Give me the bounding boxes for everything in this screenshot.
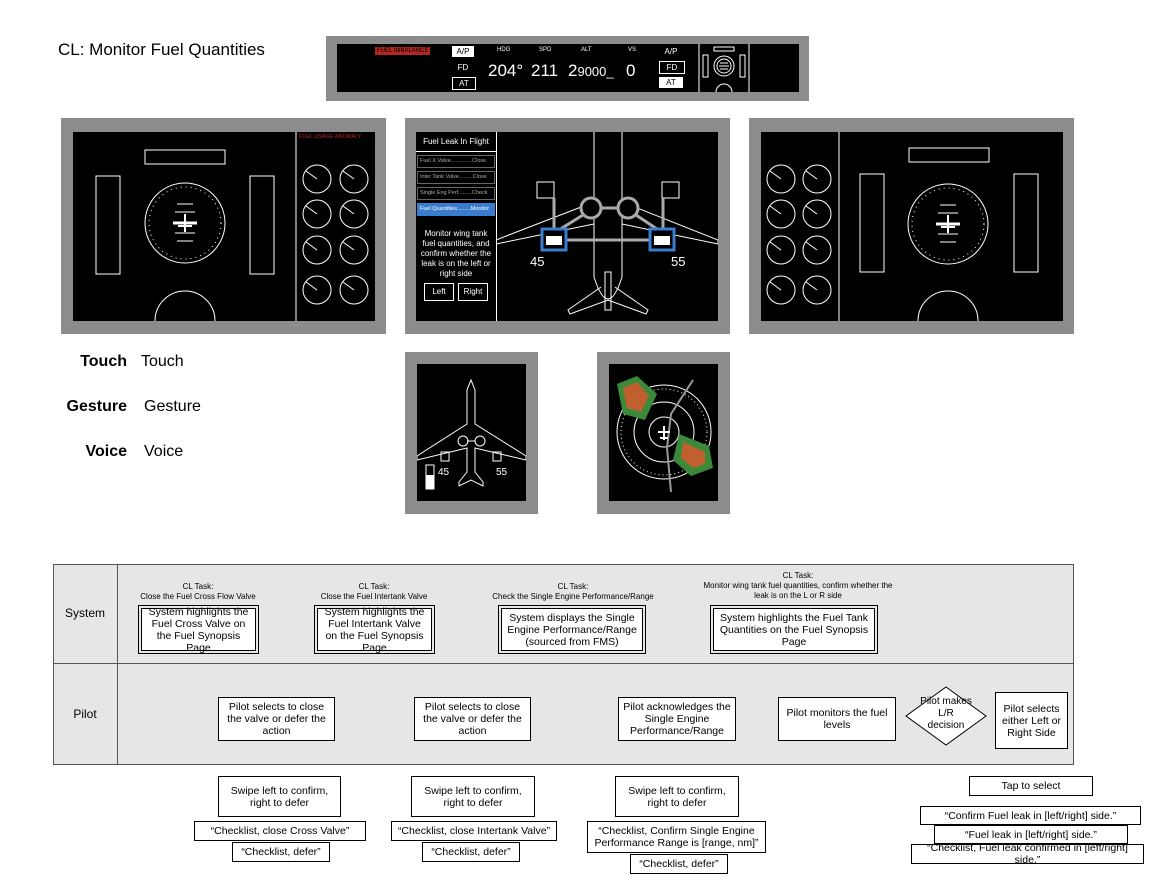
- row-label-pilot: Pilot: [73, 707, 97, 721]
- small-left-tank-quantity: 45: [438, 467, 450, 478]
- autopilot-panel: FUEL IMBALANCE A/P FD AT HDG SPD ALT VS …: [337, 44, 799, 92]
- legend-voice-value: Voice: [144, 443, 184, 460]
- left-button[interactable]: Left: [424, 283, 454, 301]
- legend-gesture-value: Gesture: [144, 398, 201, 415]
- legend-touch-value: Touch: [141, 353, 184, 370]
- task-header-2: CL Task: Close the Fuel Intertank Valve: [320, 582, 428, 601]
- gesture-box-2: Swipe left to confirm, right to defer: [411, 776, 535, 817]
- left-display: FUEL USAGE ANOMALY: [73, 132, 375, 321]
- ap-button[interactable]: A/P: [452, 46, 474, 57]
- gesture-box-3: Swipe left to confirm, right to defer: [615, 776, 739, 817]
- fuel-usage-anomaly-alert: FUEL USAGE ANOMALY: [299, 134, 362, 140]
- vs-value: 0: [626, 61, 636, 80]
- checklist-item-fuel-x-valve[interactable]: Fuel X Valve..............Close: [417, 155, 495, 168]
- legend-gesture-key: Gesture: [66, 398, 127, 415]
- fd-label[interactable]: FD: [452, 63, 474, 72]
- checklist-panel: Fuel Leak In Flight Fuel X Valve........…: [416, 132, 497, 321]
- system-box-3: System displays the Single Engine Perfor…: [498, 605, 646, 654]
- checklist-title: Fuel Leak In Flight: [416, 137, 496, 152]
- task-header-4: CL Task: Monitor wing tank fuel quantiti…: [703, 571, 893, 600]
- fuel-imbalance-alert: FUEL IMBALANCE: [375, 47, 431, 55]
- pilot-box-4: Pilot monitors the fuel levels: [778, 697, 896, 741]
- right-button[interactable]: Right: [458, 283, 488, 301]
- aircraft-synoptic-icon: [417, 378, 526, 490]
- voice-box-final-3: “Checklist, Fuel leak confirmed in [left…: [911, 842, 1144, 866]
- task-header-1: CL Task: Close the Fuel Cross Flow Valve: [140, 582, 256, 601]
- ap2-label: A/P: [664, 47, 678, 56]
- primary-flight-display: [95, 132, 369, 321]
- weather-map-display: [616, 376, 713, 493]
- row-label-system: System: [64, 606, 105, 620]
- voice-box-3a: “Checklist, Confirm Single Engine Perfor…: [587, 821, 766, 853]
- hdg-value: 204°: [488, 61, 524, 80]
- at2-button[interactable]: AT: [659, 77, 683, 88]
- spd-value: 211: [531, 61, 559, 80]
- right-display: [761, 132, 1063, 321]
- hdg-label: HDG: [497, 47, 511, 53]
- checklist-prompt: Monitor wing tank fuel quantities, and c…: [420, 229, 492, 278]
- pilot-box-3: Pilot acknowledges the Single Engine Per…: [618, 697, 736, 741]
- system-box-4: System highlights the Fuel Tank Quantiti…: [710, 605, 878, 654]
- fd2-button[interactable]: FD: [659, 61, 685, 74]
- spd-label: SPD: [539, 47, 552, 53]
- center-display: Fuel Leak In Flight Fuel X Valve........…: [416, 132, 718, 321]
- pilot-box-final: Pilot selects either Left or Right Side: [995, 692, 1068, 749]
- alt-label: ALT: [581, 47, 592, 53]
- primary-flight-display-fo: [766, 132, 1039, 321]
- vs-label: VS: [628, 47, 637, 53]
- pilot-box-2: Pilot selects to close the valve or defe…: [414, 697, 531, 741]
- small-display-right: [609, 364, 718, 501]
- touch-box-final: Tap to select: [969, 776, 1093, 796]
- small-right-tank-quantity: 55: [496, 467, 508, 478]
- small-display-left: 45 55: [417, 364, 526, 501]
- checklist-item-inter-tank-valve[interactable]: Inter Tank Valve.........Close: [417, 171, 495, 184]
- voice-box-final-1: “Confirm Fuel leak in [left/right] side.…: [920, 806, 1141, 825]
- alt-value: 29000_: [568, 61, 614, 80]
- system-box-1: System highlights the Fuel Cross Valve o…: [138, 605, 259, 654]
- voice-box-1a: “Checklist, close Cross Valve”: [194, 821, 366, 841]
- left-tank-quantity: 45: [530, 254, 545, 269]
- voice-box-2b: “Checklist, defer”: [422, 842, 520, 862]
- legend-voice-key: Voice: [85, 443, 128, 460]
- swimlane-divider: [117, 564, 118, 765]
- alt-value-rest: 9000: [577, 64, 607, 79]
- checklist-item-fuel-quantities[interactable]: Fuel Quantities.........Monitor: [417, 203, 495, 216]
- voice-box-1b: “Checklist, defer”: [232, 842, 330, 862]
- voice-box-3b: “Checklist, defer”: [630, 854, 728, 874]
- checklist-item-single-eng-perf[interactable]: Single Eng Perf.........Check: [417, 187, 495, 200]
- right-tank-quantity: 55: [671, 254, 686, 269]
- at-button[interactable]: AT: [452, 77, 476, 90]
- control-knob-icon[interactable]: [697, 44, 799, 92]
- page-title: CL: Monitor Fuel Quantities: [58, 40, 265, 59]
- gesture-box-1: Swipe left to confirm, right to defer: [218, 776, 341, 817]
- fuel-synopsis-aircraft: [496, 132, 718, 315]
- system-box-2: System highlights the Fuel Intertank Val…: [314, 605, 435, 654]
- pilot-box-1: Pilot selects to close the valve or defe…: [218, 697, 335, 741]
- decision-text: Pilot makes L/R decision: [920, 696, 972, 731]
- voice-box-2a: “Checklist, close Intertank Valve”: [391, 821, 557, 841]
- task-header-3: CL Task: Check the Single Engine Perform…: [492, 582, 654, 601]
- legend-touch-key: Touch: [80, 353, 127, 370]
